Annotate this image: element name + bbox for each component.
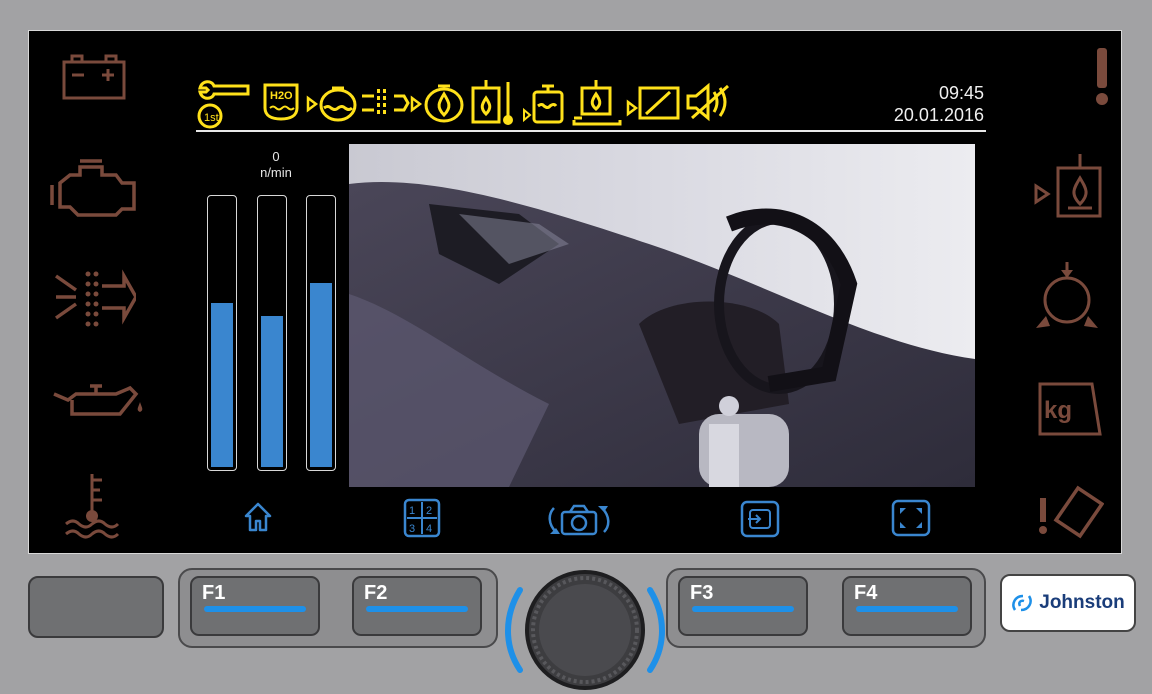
blank-key[interactable] bbox=[28, 576, 164, 638]
status-divider bbox=[196, 130, 986, 132]
f1-label: F1 bbox=[202, 582, 226, 604]
hopper-level-icon bbox=[572, 78, 622, 126]
level-gauge-fill bbox=[310, 283, 332, 467]
rotary-knob[interactable] bbox=[500, 566, 670, 694]
split-view-label-4: 4 bbox=[426, 523, 432, 535]
fuel-level-icon bbox=[522, 84, 566, 124]
brush-angle-icon bbox=[626, 82, 682, 122]
battery-icon bbox=[58, 50, 130, 104]
fullscreen-icon[interactable] bbox=[891, 499, 931, 537]
johnston-logo-text: Johnston bbox=[1039, 592, 1125, 613]
f2-led bbox=[366, 606, 468, 612]
level-gauge-fill bbox=[261, 316, 283, 467]
level-gauge-2 bbox=[257, 195, 287, 471]
weight-kg-icon: kg bbox=[1034, 378, 1106, 438]
air-filter-icon bbox=[52, 262, 136, 332]
water-level-icon bbox=[306, 84, 358, 122]
weight-kg-label: kg bbox=[1044, 397, 1072, 424]
home-icon[interactable] bbox=[243, 501, 273, 533]
water-tank-label: H2O bbox=[270, 90, 293, 102]
camera-switch-icon[interactable] bbox=[546, 500, 612, 540]
split-view-label-2: 2 bbox=[426, 505, 432, 517]
f2-label: F2 bbox=[364, 582, 388, 604]
f3-label: F3 bbox=[690, 582, 714, 604]
clock-time: 09:45 bbox=[938, 83, 984, 103]
oil-temperature-icon bbox=[470, 78, 514, 128]
split-view-label-1: 1 bbox=[409, 505, 415, 517]
camera-feed bbox=[349, 144, 975, 487]
f4-key[interactable]: F4 bbox=[842, 576, 972, 636]
f4-label: F4 bbox=[854, 582, 878, 604]
fan-icon bbox=[360, 86, 410, 120]
oil-pressure-icon bbox=[50, 380, 146, 420]
service-1st-label: 1st bbox=[204, 112, 219, 124]
level-gauge-fill bbox=[211, 302, 233, 467]
f2-key[interactable]: F2 bbox=[352, 576, 482, 636]
split-view-label-3: 3 bbox=[409, 523, 415, 535]
warning-exclamation-icon bbox=[1092, 46, 1112, 108]
f1-led bbox=[204, 606, 306, 612]
hydraulic-oil-icon bbox=[1034, 150, 1106, 220]
f3-led bbox=[692, 606, 794, 612]
rpm-unit: n/min bbox=[260, 165, 292, 180]
johnston-logo: Johnston bbox=[1000, 574, 1136, 632]
tilt-warning-icon bbox=[1034, 484, 1104, 540]
rpm-value: 0 bbox=[272, 149, 280, 164]
f4-led bbox=[856, 606, 958, 612]
level-gauge-3 bbox=[306, 195, 336, 471]
pump-icon bbox=[1032, 258, 1102, 336]
level-gauge-1 bbox=[207, 195, 237, 471]
clock-display: 09:45 20.01.2016 bbox=[860, 82, 984, 126]
f3-key[interactable]: F3 bbox=[678, 576, 808, 636]
rpm-readout: 0 n/min bbox=[236, 149, 316, 181]
johnston-logo-icon bbox=[1012, 594, 1033, 612]
service-1st-icon: 1st bbox=[196, 78, 252, 130]
screen-source-icon[interactable] bbox=[740, 500, 780, 538]
split-view-icon[interactable]: 1 2 3 4 bbox=[403, 498, 441, 538]
oil-tank-icon bbox=[410, 80, 466, 124]
water-tank-icon: H2O bbox=[262, 82, 300, 122]
engine-icon bbox=[50, 155, 142, 221]
status-icon-row: 1st H2O bbox=[196, 74, 786, 130]
coolant-temperature-icon bbox=[62, 470, 122, 540]
mute-icon bbox=[686, 82, 732, 122]
clock-date: 20.01.2016 bbox=[893, 105, 984, 125]
f1-key[interactable]: F1 bbox=[190, 576, 320, 636]
